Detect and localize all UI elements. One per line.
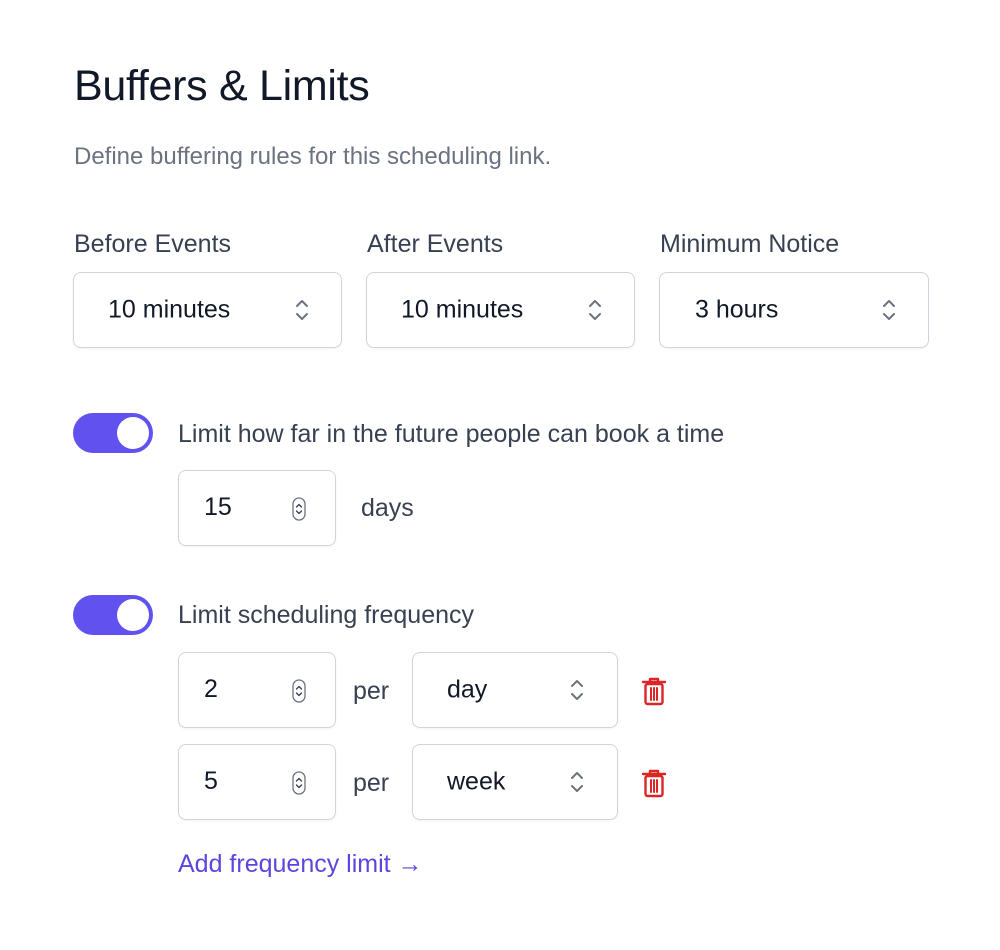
spinner-icon[interactable] [292,679,306,703]
frequency-count-input[interactable]: 5 [178,744,336,820]
after-events-value: 10 minutes [401,295,524,324]
chevron-up-down-icon [571,772,583,792]
frequency-limit-toggle[interactable] [73,595,153,635]
before-events-value: 10 minutes [108,295,231,324]
per-label: per [353,769,390,797]
spinner-icon[interactable] [292,497,306,521]
future-limit-toggle[interactable] [73,413,153,453]
before-events-label: Before Events [74,230,232,258]
minimum-notice-value: 3 hours [695,295,779,324]
trash-icon[interactable] [640,675,668,707]
minimum-notice-select[interactable]: 3 hours [659,272,929,348]
after-events-label: After Events [367,230,504,258]
frequency-count-value: 2 [204,675,218,703]
frequency-period-value: day [447,675,488,704]
after-events-select[interactable]: 10 minutes [366,272,635,348]
frequency-limit-label: Limit scheduling frequency [178,601,474,629]
future-days-input[interactable]: 15 [178,470,336,546]
frequency-count-input[interactable]: 2 [178,652,336,728]
chevron-up-down-icon [883,300,895,320]
minimum-notice-label: Minimum Notice [660,230,840,258]
toggle-knob [117,599,149,631]
chevron-up-down-icon [571,680,583,700]
per-label: per [353,677,390,705]
frequency-period-select[interactable]: day [412,652,618,728]
future-limit-label: Limit how far in the future people can b… [178,420,725,448]
future-days-value: 15 [204,493,232,521]
toggle-knob [117,417,149,449]
chevron-up-down-icon [589,300,601,320]
before-events-select[interactable]: 10 minutes [73,272,342,348]
future-days-unit: days [361,494,414,522]
add-frequency-limit-link[interactable]: Add frequency limit → [178,850,423,879]
chevron-up-down-icon [296,300,308,320]
frequency-period-value: week [447,767,506,796]
spinner-icon[interactable] [292,771,306,795]
frequency-period-select[interactable]: week [412,744,618,820]
page-subtitle: Define buffering rules for this scheduli… [74,143,552,170]
frequency-count-value: 5 [204,767,218,795]
trash-icon[interactable] [640,767,668,799]
page-title: Buffers & Limits [74,62,370,110]
